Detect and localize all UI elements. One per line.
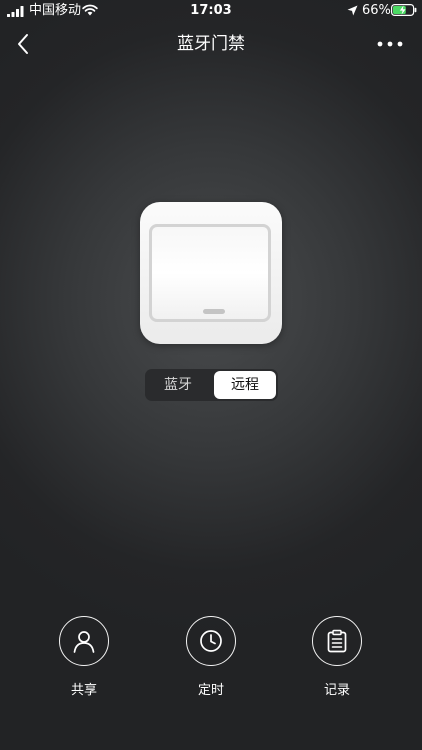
clipboard-list-icon — [327, 629, 347, 653]
mode-bluetooth-tab[interactable]: 蓝牙 — [147, 371, 209, 399]
more-dots-icon — [377, 41, 403, 47]
records-label: 记录 — [323, 683, 350, 698]
timer-icon-circle — [186, 616, 236, 666]
user-icon — [73, 631, 95, 653]
timer-button[interactable]: 定时 — [172, 616, 252, 706]
share-button[interactable]: 共享 — [45, 616, 125, 706]
clock-icon — [200, 630, 222, 652]
door-switch-button[interactable] — [140, 202, 282, 344]
share-icon-circle — [59, 616, 109, 666]
bluetooth-door-screen: 中国移动 17:03 66% 蓝牙门禁 蓝牙 远程 共享 定时 记录 — [0, 0, 422, 750]
battery-percent: 66% — [362, 3, 391, 18]
timer-label: 定时 — [197, 683, 224, 698]
records-icon-circle — [312, 616, 362, 666]
switch-indicator — [203, 309, 225, 314]
page-title: 蓝牙门禁 — [177, 34, 245, 54]
mode-remote-tab[interactable]: 远程 — [214, 371, 276, 399]
more-button[interactable] — [372, 32, 408, 56]
records-button[interactable]: 记录 — [298, 616, 378, 706]
location-arrow-icon — [347, 5, 358, 16]
wall-switch-icon — [149, 224, 271, 322]
nav-bar: 蓝牙门禁 — [0, 22, 422, 66]
status-bar: 中国移动 17:03 66% — [0, 0, 422, 22]
status-time: 17:03 — [190, 3, 232, 18]
share-label: 共享 — [70, 683, 97, 698]
battery-charging-icon — [391, 4, 417, 16]
mode-segmented-control: 蓝牙 远程 — [145, 369, 278, 401]
